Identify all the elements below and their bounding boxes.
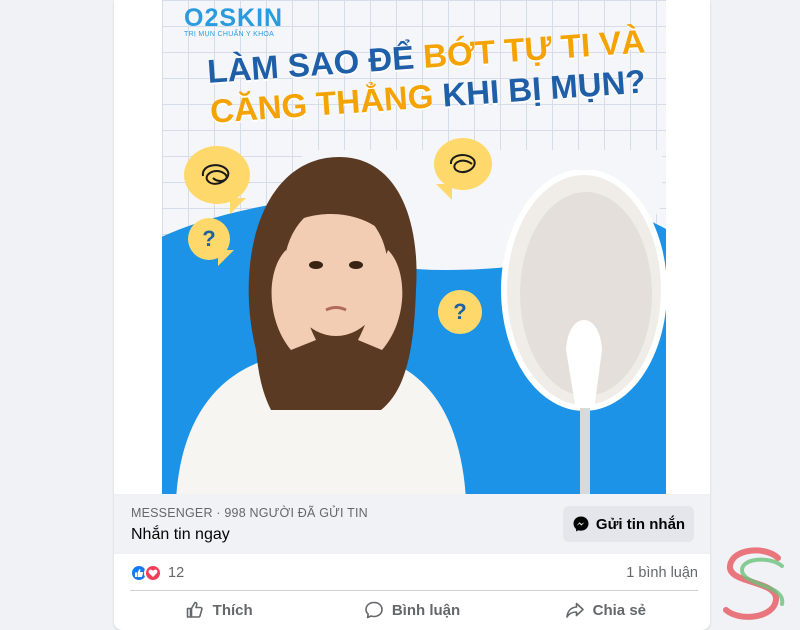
thumb-up-icon — [186, 601, 203, 618]
sponsor-bar: MESSENGER · 998 NGƯỜI ĐÃ GỬI TIN Nhắn ti… — [114, 494, 710, 554]
messenger-icon — [573, 516, 589, 532]
sponsor-cta-text[interactable]: Nhắn tin ngay — [131, 526, 230, 544]
share-button[interactable]: Chia sẻ — [509, 594, 702, 626]
mirror-illustration — [501, 170, 666, 494]
comment-button[interactable]: Bình luận — [315, 594, 508, 626]
share-icon — [565, 602, 584, 618]
comment-count[interactable]: 1 bình luận — [626, 565, 698, 581]
send-message-label: Gửi tin nhắn — [595, 515, 686, 533]
send-message-button[interactable]: Gửi tin nhắn — [563, 506, 694, 542]
post-actions: Thích Bình luận Chia sẻ — [122, 594, 702, 626]
woman-illustration — [176, 156, 466, 494]
love-icon — [144, 564, 162, 582]
like-button[interactable]: Thích — [122, 594, 315, 626]
brand-tagline: TRỊ MỤN CHUẨN Y KHOA — [184, 31, 275, 38]
reaction-count: 12 — [168, 565, 185, 581]
ad-image[interactable]: O2SKIN TRỊ MỤN CHUẨN Y KHOA LÀM SAO ĐỂ B… — [162, 0, 666, 494]
like-label: Thích — [212, 601, 253, 619]
watermark-logo — [723, 547, 785, 620]
brand-name: O2SKIN — [184, 4, 284, 32]
brand-logo: O2SKIN TRỊ MỤN CHUẨN Y KHOA — [184, 4, 283, 38]
share-label: Chia sẻ — [592, 601, 646, 619]
reactions-summary[interactable]: 12 — [130, 564, 184, 582]
sponsor-source: MESSENGER · 998 NGƯỜI ĐÃ GỬI TIN — [131, 506, 368, 520]
comment-icon — [365, 601, 383, 619]
comment-label: Bình luận — [391, 601, 461, 619]
post-stats: 12 1 bình luận — [130, 560, 698, 586]
post-card: O2SKIN TRỊ MỤN CHUẨN Y KHOA LÀM SAO ĐỂ B… — [114, 0, 710, 630]
divider — [130, 590, 698, 591]
